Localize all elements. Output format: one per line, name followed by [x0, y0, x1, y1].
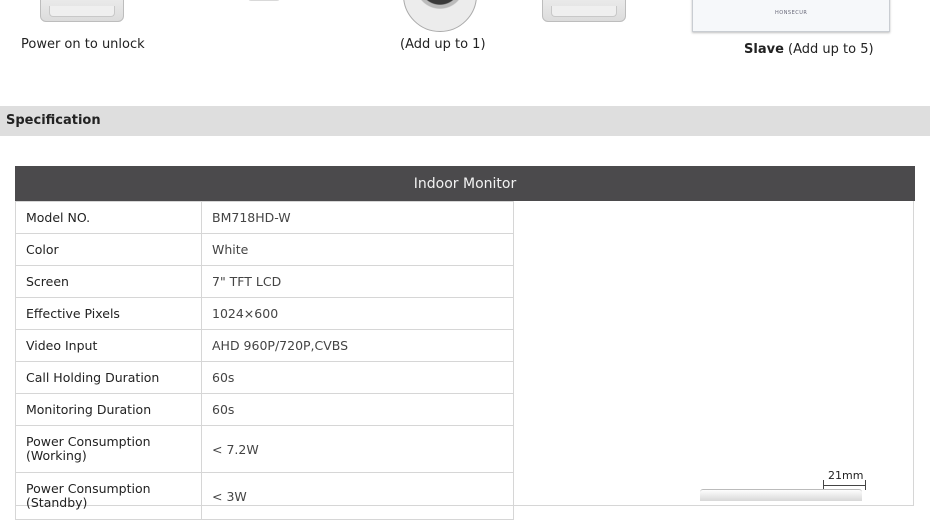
section-bar: [0, 106, 930, 136]
product-image-fragment: [248, 0, 280, 1]
table-row: Call Holding Duration 60s: [15, 361, 514, 394]
spec-value: BM718HD-W: [201, 201, 514, 234]
spec-label: Color: [15, 233, 202, 266]
spec-value: < 7.2W: [201, 425, 514, 473]
spec-value: 60s: [201, 393, 514, 426]
camera-product-image: [403, 0, 477, 32]
dimension-tick-right: [865, 480, 866, 490]
table-row: Screen 7" TFT LCD: [15, 265, 514, 298]
spec-value: 1024×600: [201, 297, 514, 330]
table-row: Model NO. BM718HD-W: [15, 201, 514, 234]
spec-label: Model NO.: [15, 201, 202, 234]
table-row: Power Consumption (Working) < 7.2W: [15, 425, 514, 473]
spec-value: White: [201, 233, 514, 266]
spec-label: Power Consumption (Standby): [15, 472, 202, 520]
spec-label: Monitoring Duration: [15, 393, 202, 426]
monitor-side-view: [700, 489, 862, 501]
spec-value: AHD 960P/720P,CVBS: [201, 329, 514, 362]
lock-caption: Power on to unlock: [21, 37, 145, 52]
spec-value: 7" TFT LCD: [201, 265, 514, 298]
table-row: Power Consumption (Standby) < 3W: [15, 472, 514, 520]
monitor-caption-bold: Slave: [744, 42, 784, 57]
spec-label: Video Input: [15, 329, 202, 362]
section-title: Specification: [6, 113, 101, 128]
spec-table: Model NO. BM718HD-W Color White Screen 7…: [15, 201, 514, 520]
spec-label: Effective Pixels: [15, 297, 202, 330]
spec-table-header: Indoor Monitor: [15, 166, 915, 201]
table-row: Color White: [15, 233, 514, 266]
monitor-caption-rest: (Add up to 5): [783, 42, 874, 57]
spec-label: Call Holding Duration: [15, 361, 202, 394]
table-row: Video Input AHD 960P/720P,CVBS: [15, 329, 514, 362]
spec-value: < 3W: [201, 472, 514, 520]
lock-product-image-2: [542, 0, 626, 22]
monitor-product-image: HONSECUR: [692, 0, 890, 32]
monitor-brand-logo: HONSECUR: [775, 10, 808, 16]
table-row: Effective Pixels 1024×600: [15, 297, 514, 330]
monitor-caption: Slave (Add up to 5): [744, 42, 874, 57]
lock-product-image: [40, 0, 124, 22]
spec-value: 60s: [201, 361, 514, 394]
table-row: Monitoring Duration 60s: [15, 393, 514, 426]
dimension-label: 21mm: [828, 469, 864, 482]
spec-label: Screen: [15, 265, 202, 298]
camera-caption: (Add up to 1): [400, 37, 486, 52]
spec-label: Power Consumption (Working): [15, 425, 202, 473]
dimension-line: [823, 485, 866, 486]
